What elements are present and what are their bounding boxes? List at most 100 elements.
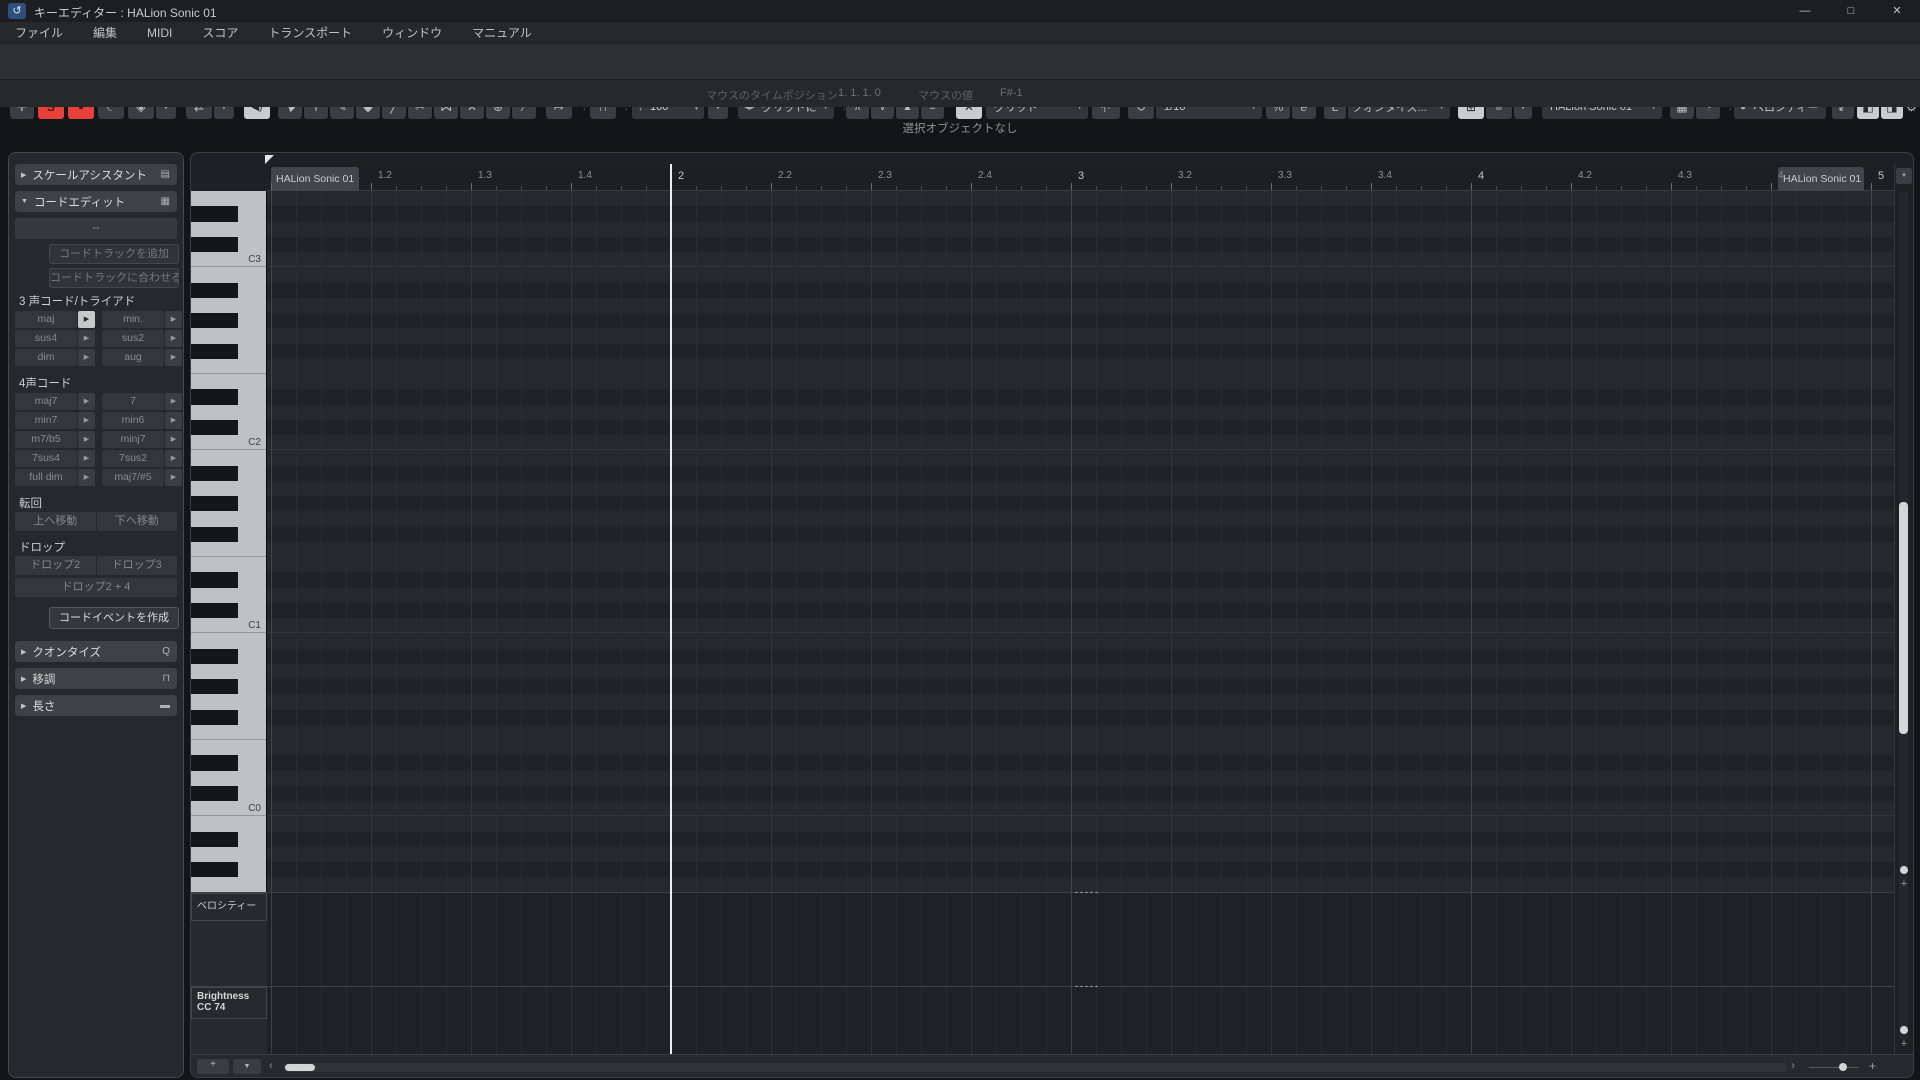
scale-assistant-header[interactable]: ▶ スケールアシスタント ▤ (15, 164, 177, 185)
chord-sus4-play-button[interactable]: ▶ (78, 330, 95, 347)
piano-key[interactable] (191, 725, 267, 740)
chord-min-button[interactable]: min. (102, 311, 164, 328)
piano-key[interactable] (191, 298, 267, 313)
chord-dim-play-button[interactable]: ▶ (78, 349, 95, 366)
lane-zoom-in-button[interactable]: + (1898, 1038, 1910, 1050)
piano-key[interactable] (191, 786, 267, 801)
chord-7sus4-button[interactable]: 7sus4 (15, 450, 77, 467)
piano-key[interactable] (191, 405, 267, 420)
piano-key[interactable] (191, 466, 267, 481)
piano-key[interactable] (191, 603, 267, 618)
chord-min7-button[interactable]: min7 (15, 412, 77, 429)
horizontal-zoom-dot[interactable] (1839, 1063, 1847, 1071)
chord-maj75-button[interactable]: maj7/#5 (102, 469, 164, 486)
part-start-marker[interactable] (265, 155, 274, 164)
menu-midi[interactable]: MIDI (132, 22, 187, 45)
chord-fulldim-button[interactable]: full dim (15, 469, 77, 486)
piano-key[interactable] (191, 755, 267, 770)
menu-score[interactable]: スコア (187, 22, 253, 45)
chord-7sus4-play-button[interactable]: ▶ (78, 450, 95, 467)
drop2-button[interactable]: ドロップ2 (15, 556, 97, 575)
piano-key[interactable] (191, 496, 267, 511)
chord-m7b5-button[interactable]: m7/b5 (15, 431, 77, 448)
piano-key[interactable] (191, 374, 267, 389)
piano-key[interactable]: C1 (191, 618, 267, 633)
piano-key[interactable] (191, 313, 267, 328)
note-grid[interactable] (267, 191, 1894, 892)
vertical-zoom-dot[interactable] (1900, 866, 1908, 874)
chord-aug-button[interactable]: aug (102, 349, 164, 366)
piano-key[interactable] (191, 481, 267, 496)
chord-maj75-play-button[interactable]: ▶ (165, 469, 182, 486)
velocity-lane[interactable] (267, 893, 1894, 986)
horizontal-scroll-thumb[interactable] (285, 1064, 315, 1071)
cc-lane[interactable] (267, 987, 1894, 1054)
piano-key[interactable] (191, 771, 267, 786)
chord-7sus2-play-button[interactable]: ▶ (165, 450, 182, 467)
piano-key[interactable] (191, 679, 267, 694)
close-button[interactable]: ✕ (1874, 0, 1920, 22)
horizontal-scrollbar[interactable] (283, 1063, 1787, 1072)
chord-minj7-play-button[interactable]: ▶ (165, 431, 182, 448)
move-up-button[interactable]: 上へ移動 (15, 512, 97, 531)
piano-key[interactable] (191, 542, 267, 557)
vertical-scroll-thumb[interactable] (1899, 502, 1908, 734)
piano-key[interactable] (191, 206, 267, 221)
chord-maj-button[interactable]: maj (15, 311, 77, 328)
piano-key[interactable] (191, 832, 267, 847)
piano-key[interactable]: C3 (191, 252, 267, 267)
horizontal-zoom-slider[interactable] (1809, 1067, 1859, 1068)
piano-key[interactable] (191, 816, 267, 831)
piano-key[interactable] (191, 877, 267, 892)
match-chord-track-button[interactable]: コードトラックに合わせる (49, 268, 179, 288)
time-ruler[interactable]: HALion Sonic 01 HALion Sonic 01 1.21.31.… (267, 164, 1894, 191)
piano-key[interactable] (191, 344, 267, 359)
piano-key[interactable] (191, 450, 267, 465)
length-panel-header[interactable]: ▶ 長さ ▬ (15, 695, 177, 716)
lane-resize-handle[interactable]: ----- (1075, 887, 1100, 897)
chord-sus2-play-button[interactable]: ▶ (165, 330, 182, 347)
piano-key[interactable]: C0 (191, 801, 267, 816)
chord-maj-play-button[interactable]: ▶ (78, 311, 95, 328)
minimize-button[interactable]: — (1782, 0, 1828, 22)
chord-min7-play-button[interactable]: ▶ (78, 412, 95, 429)
piano-key[interactable] (191, 847, 267, 862)
scroll-right-button[interactable]: › (1791, 1058, 1795, 1072)
piano-key[interactable] (191, 191, 267, 206)
menu-manual[interactable]: マニュアル (457, 22, 547, 45)
vertical-zoom-in-button[interactable]: + (1898, 878, 1910, 890)
piano-key[interactable] (191, 664, 267, 679)
scroll-left-button[interactable]: ‹ (269, 1058, 273, 1072)
piano-key[interactable] (191, 222, 267, 237)
chord-aug-play-button[interactable]: ▶ (165, 349, 182, 366)
add-lane-button[interactable]: + (197, 1059, 229, 1074)
piano-key[interactable]: C2 (191, 435, 267, 450)
lane-zoom-dot[interactable] (1900, 1026, 1908, 1034)
piano-key[interactable] (191, 328, 267, 343)
drop3-button[interactable]: ドロップ3 (97, 556, 178, 575)
menu-transport[interactable]: トランスポート (253, 22, 367, 45)
chord-m7b5-play-button[interactable]: ▶ (78, 431, 95, 448)
move-down-button[interactable]: 下へ移動 (97, 512, 178, 531)
piano-key[interactable] (191, 237, 267, 252)
chord-min6-play-button[interactable]: ▶ (165, 412, 182, 429)
piano-key[interactable] (191, 694, 267, 709)
piano-key[interactable] (191, 527, 267, 542)
playhead-cursor[interactable] (670, 164, 672, 1054)
piano-key[interactable] (191, 588, 267, 603)
chord-edit-header[interactable]: ▼ コードエディット ▦ (15, 191, 177, 212)
lane-preset-dropdown[interactable]: ▼ (233, 1059, 261, 1074)
maximize-button[interactable]: □ (1828, 0, 1874, 22)
add-chord-track-button[interactable]: コードトラックを追加 (49, 244, 179, 264)
chord-7sus2-button[interactable]: 7sus2 (102, 450, 164, 467)
chord-maj7-play-button[interactable]: ▶ (78, 393, 95, 410)
chord-min6-button[interactable]: min6 (102, 412, 164, 429)
piano-key[interactable] (191, 649, 267, 664)
chord-sus2-button[interactable]: sus2 (102, 330, 164, 347)
piano-key[interactable] (191, 420, 267, 435)
chord-fulldim-play-button[interactable]: ▶ (78, 469, 95, 486)
quantize-panel-header[interactable]: ▶ クオンタイズ Q (15, 641, 177, 662)
chord-dim-button[interactable]: dim (15, 349, 77, 366)
piano-key[interactable] (191, 633, 267, 648)
chord-sus4-button[interactable]: sus4 (15, 330, 77, 347)
